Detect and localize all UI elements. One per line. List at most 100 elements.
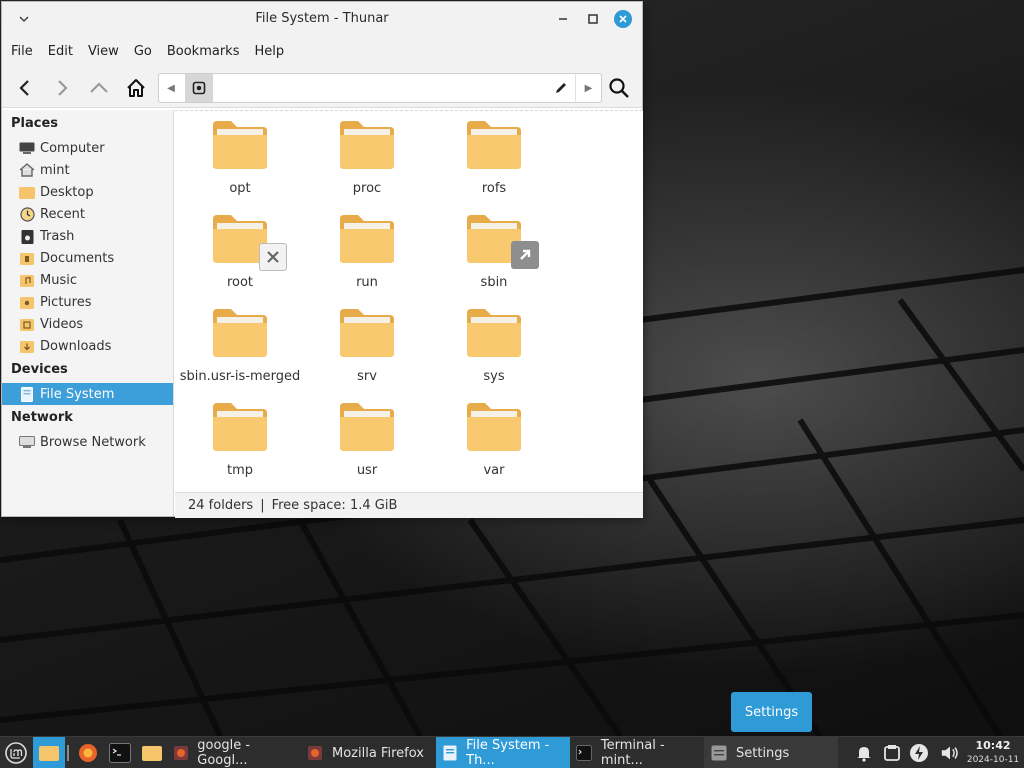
parent-folder-up-icon[interactable]	[87, 76, 111, 100]
folder-label: srv	[357, 369, 377, 384]
network-icon	[19, 435, 35, 449]
folder-label: usr	[356, 463, 378, 478]
folder-item-rofs[interactable]: rofs	[439, 111, 549, 205]
pathbar-scroll-left-icon[interactable]: ◀	[159, 74, 183, 102]
folder-item-run[interactable]: run	[312, 205, 422, 299]
sidebar-item-mint[interactable]: mint	[2, 159, 173, 181]
menu-bookmarks[interactable]: Bookmarks	[167, 44, 240, 59]
task-label: File System - Th...	[466, 738, 550, 768]
status-separator: |	[260, 498, 265, 513]
filesystem-root-crumb-icon[interactable]	[185, 74, 213, 102]
taskbar: google - Googl... Mozilla Firefox File S…	[0, 736, 1024, 768]
sidebar-item-videos[interactable]: Videos	[2, 313, 173, 335]
power-manager-icon[interactable]	[909, 743, 929, 763]
folder-item-sbin[interactable]: sbin	[439, 205, 549, 299]
menu-file[interactable]: File	[11, 44, 33, 59]
folder-count: 24 folders	[188, 498, 254, 513]
sidebar-item-music[interactable]: Music	[2, 269, 173, 291]
sidebar: Places Computer mint Desktop Recent Tras…	[2, 110, 174, 516]
devices-header: Devices	[11, 362, 68, 377]
folder-item-usr[interactable]: usr	[312, 393, 422, 487]
task-mozilla-firefox[interactable]: Mozilla Firefox	[300, 737, 434, 768]
file-icon-view[interactable]: opt proc rofs root run sbin sbin.usr-is-…	[175, 110, 643, 492]
menu-help[interactable]: Help	[254, 44, 284, 59]
forward-arrow-icon[interactable]	[50, 76, 74, 100]
sidebar-item-label: Documents	[40, 250, 115, 266]
menu-view[interactable]: View	[88, 44, 119, 59]
close-button[interactable]	[614, 10, 632, 28]
maximize-button[interactable]	[584, 10, 602, 28]
sidebar-item-label: Trash	[40, 228, 75, 244]
menu-go[interactable]: Go	[134, 44, 152, 59]
folder-label: proc	[352, 181, 382, 196]
sidebar-item-desktop[interactable]: Desktop	[2, 181, 173, 203]
show-desktop-icon[interactable]	[33, 737, 65, 768]
sidebar-item-computer[interactable]: Computer	[2, 137, 173, 159]
notification-bell-icon[interactable]	[854, 743, 874, 763]
location-pathbar[interactable]: ◀ ▶	[158, 73, 602, 103]
removable-media-icon[interactable]	[882, 743, 902, 763]
sidebar-item-file-system[interactable]: File System	[2, 383, 173, 405]
clock[interactable]: 10:42 2024-10-11	[964, 739, 1022, 767]
volume-icon[interactable]	[940, 743, 960, 763]
folder-icon	[213, 403, 267, 451]
network-header: Network	[11, 410, 73, 425]
folder-icon	[213, 309, 267, 357]
folder-icon	[340, 309, 394, 357]
back-arrow-icon[interactable]	[13, 76, 37, 100]
settings-popup-button[interactable]: Settings	[731, 692, 812, 732]
videos-folder-icon	[19, 317, 35, 331]
task-label: google - Googl...	[197, 738, 251, 768]
task-label: Settings	[736, 745, 790, 761]
folder-item-var[interactable]: var	[439, 393, 549, 487]
pathbar-scroll-right-icon[interactable]: ▶	[575, 74, 601, 102]
folder-item-srv[interactable]: srv	[312, 299, 422, 393]
minimize-button[interactable]	[554, 10, 572, 28]
task-terminal[interactable]: Terminal - mint...	[570, 737, 704, 768]
folder-icon	[340, 121, 394, 169]
files-launcher-icon[interactable]	[138, 737, 166, 768]
home-icon[interactable]	[124, 76, 148, 100]
firefox-icon	[172, 744, 189, 762]
sidebar-item-pictures[interactable]: Pictures	[2, 291, 173, 313]
recent-icon	[19, 206, 35, 222]
folder-label: sbin.usr-is-merged	[179, 369, 301, 384]
folder-item-root[interactable]: root	[185, 205, 295, 299]
sidebar-item-label: Browse Network	[40, 434, 146, 450]
mint-menu-icon[interactable]	[2, 737, 30, 768]
sidebar-item-downloads[interactable]: Downloads	[2, 335, 173, 357]
terminal-launcher-icon[interactable]	[106, 737, 134, 768]
sidebar-item-label: Videos	[40, 316, 84, 332]
sidebar-item-trash[interactable]: Trash	[2, 225, 173, 247]
file-manager-icon	[442, 744, 458, 762]
folder-label: sys	[483, 369, 505, 384]
folder-item-sys[interactable]: sys	[439, 299, 549, 393]
folder-icon	[467, 309, 521, 357]
folder-label: sbin	[480, 275, 508, 290]
folder-item-sbin-usr-is-merged[interactable]: sbin.usr-is-merged	[180, 299, 300, 393]
folder-icon	[467, 403, 521, 451]
edit-location-pencil-icon[interactable]	[553, 80, 569, 96]
sidebar-item-recent[interactable]: Recent	[2, 203, 173, 225]
sidebar-item-documents[interactable]: Documents	[2, 247, 173, 269]
task-file-system-thunar[interactable]: File System - Th...	[436, 737, 570, 768]
menu-edit[interactable]: Edit	[48, 44, 73, 59]
folder-item-tmp[interactable]: tmp	[185, 393, 295, 487]
search-icon[interactable]	[607, 76, 631, 100]
firefox-icon	[306, 744, 324, 762]
file-manager-window: File System - Thunar File Edit View Go B…	[1, 1, 643, 518]
firefox-launcher-icon[interactable]	[74, 737, 102, 768]
task-google-firefox[interactable]: google - Googl...	[166, 737, 300, 768]
music-folder-icon	[19, 273, 35, 287]
sidebar-item-browse-network[interactable]: Browse Network	[2, 431, 173, 453]
downloads-folder-icon	[19, 339, 35, 353]
sidebar-item-label: Computer	[40, 140, 105, 156]
folder-label: tmp	[226, 463, 253, 478]
folder-item-opt[interactable]: opt	[185, 111, 295, 205]
folder-label: var	[483, 463, 505, 478]
task-settings[interactable]: Settings	[704, 737, 838, 768]
sidebar-item-label: Pictures	[40, 294, 92, 310]
titlebar[interactable]: File System - Thunar	[2, 2, 642, 36]
folder-item-proc[interactable]: proc	[312, 111, 422, 205]
statusbar: 24 folders | Free space: 1.4 GiB	[175, 492, 643, 518]
